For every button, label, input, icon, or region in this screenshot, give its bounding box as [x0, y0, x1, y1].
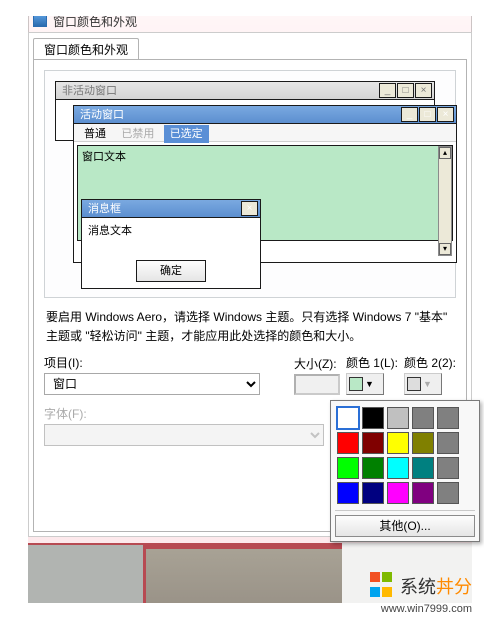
palette-color[interactable] [362, 407, 384, 429]
preview-area: 非活动窗口 _ □ × 活动窗口 _ □ × [44, 70, 456, 298]
palette-color[interactable] [437, 457, 459, 479]
color2-picker: ▼ [404, 373, 442, 395]
color2-label: 颜色 2(2): [404, 354, 456, 371]
maximize-icon: □ [419, 107, 436, 122]
palette-color[interactable] [337, 457, 359, 479]
palette-color[interactable] [337, 407, 359, 429]
tab-strip: 窗口颜色和外观 [33, 37, 467, 59]
palette-color[interactable] [437, 482, 459, 504]
palette-color[interactable] [412, 457, 434, 479]
preview-menu-disabled: 已禁用 [115, 125, 160, 143]
palette-color[interactable] [362, 457, 384, 479]
preview-menu-selected: 已选定 [164, 125, 209, 143]
preview-scrollbar: ▴ ▾ [438, 146, 452, 256]
color-grid [335, 405, 475, 506]
preview-messagebox-ok: 确定 [136, 260, 206, 282]
brand-url: www.win7999.com [369, 603, 472, 615]
other-colors-button[interactable]: 其他(O)... [335, 515, 475, 537]
close-icon: × [437, 107, 454, 122]
color1-picker[interactable]: ▼ [346, 373, 384, 395]
tab-window-color[interactable]: 窗口颜色和外观 [33, 38, 139, 60]
palette-color[interactable] [412, 432, 434, 454]
brand-name-main: 系统 [400, 577, 436, 597]
close-icon: × [241, 201, 258, 216]
palette-color[interactable] [337, 482, 359, 504]
preview-active-title: 活动窗口 [80, 109, 124, 121]
palette-color[interactable] [387, 457, 409, 479]
chevron-down-icon: ▼ [365, 379, 374, 389]
close-icon: × [415, 83, 432, 98]
color1-label: 颜色 1(L): [346, 354, 398, 371]
parent-window-titlebar: 窗口颜色和外观 [28, 8, 472, 32]
preview-messagebox: 消息框 × 消息文本 确定 [81, 199, 261, 289]
preview-messagebox-text: 消息文本 [82, 218, 260, 242]
brand-name-accent: 丼分 [436, 577, 472, 597]
item-combobox[interactable]: 窗口 [44, 373, 260, 395]
chevron-down-icon: ▼ [423, 379, 432, 389]
size-z-label: 大小(Z): [294, 355, 340, 372]
scroll-up-icon: ▴ [439, 147, 451, 159]
preview-inactive-title: 非活动窗口 [62, 85, 117, 97]
palette-color[interactable] [412, 482, 434, 504]
preview-messagebox-title: 消息框 [88, 203, 121, 215]
palette-color[interactable] [387, 407, 409, 429]
personalization-icon [33, 13, 47, 27]
size-z-spinner [294, 374, 340, 395]
minimize-icon: _ [401, 107, 418, 122]
parent-window-title: 窗口颜色和外观 [53, 13, 137, 30]
preview-menu-normal: 普通 [78, 125, 112, 143]
palette-color[interactable] [387, 432, 409, 454]
scroll-down-icon: ▾ [439, 243, 451, 255]
maximize-icon: □ [397, 83, 414, 98]
info-text: 要启用 Windows Aero，请选择 Windows 主题。只有选择 Win… [46, 308, 454, 346]
palette-color[interactable] [387, 482, 409, 504]
microsoft-logo-icon [369, 571, 393, 601]
palette-color[interactable] [437, 432, 459, 454]
item-label: 项目(I): [44, 354, 288, 371]
color2-swatch [407, 377, 421, 391]
color-palette-popup[interactable]: 其他(O)... [330, 400, 480, 542]
palette-color[interactable] [337, 432, 359, 454]
font-combobox [44, 424, 324, 446]
palette-color[interactable] [362, 482, 384, 504]
minimize-icon: _ [379, 83, 396, 98]
color1-swatch [349, 377, 363, 391]
watermark: 系统丼分 www.win7999.com [369, 571, 472, 615]
palette-color[interactable] [412, 407, 434, 429]
palette-color[interactable] [362, 432, 384, 454]
palette-color[interactable] [437, 407, 459, 429]
decorative-wall [28, 543, 146, 603]
